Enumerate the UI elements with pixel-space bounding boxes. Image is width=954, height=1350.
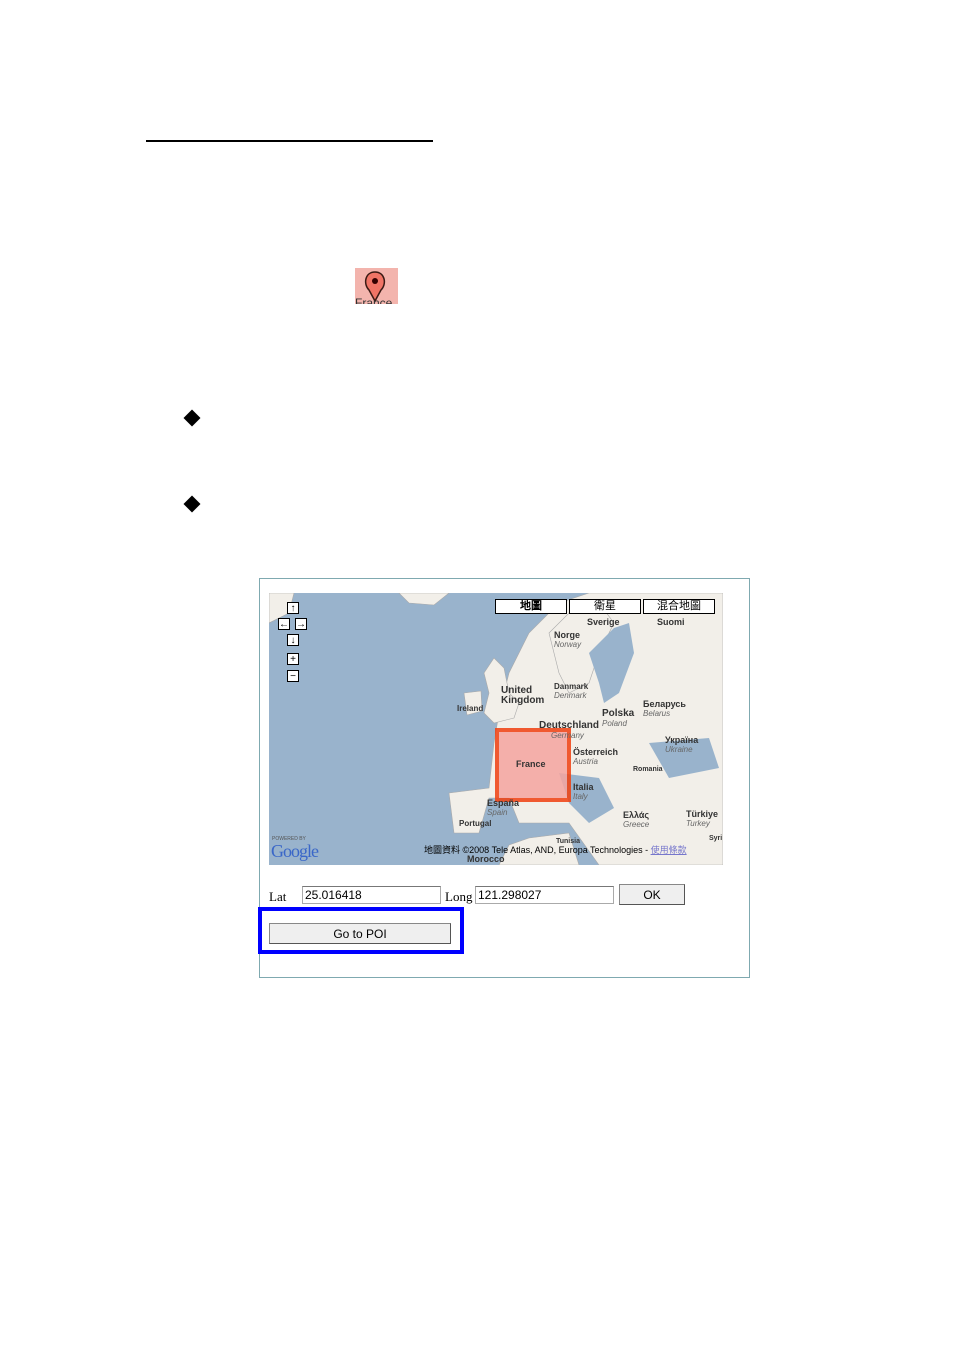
map-label: Italia Italy	[573, 782, 594, 801]
map-pin-icon: France	[355, 268, 398, 304]
map-label: Türkiye Turkey	[686, 809, 719, 828]
map-label: Україна Ukraine	[665, 735, 699, 754]
map-label: Danmark Denmark	[554, 682, 589, 700]
map-type-hybrid-button[interactable]: 混合地圖	[643, 599, 715, 614]
map-label: Syri	[709, 835, 723, 842]
long-label: Long	[445, 889, 473, 904]
map-type-map-button[interactable]: 地圖	[495, 599, 567, 614]
map-view[interactable]: ↑ ← → ↓ + − 地圖 衛星 混合地圖 Sverige Suomi Nor…	[269, 593, 723, 865]
pin-label: France	[355, 296, 393, 304]
terms-link[interactable]: 使用條款	[651, 845, 687, 855]
zoom-out-button[interactable]: −	[287, 670, 299, 682]
map-land	[269, 593, 723, 865]
map-copyright: 地圖資料 ©2008 Tele Atlas, AND, Europa Techn…	[424, 845, 687, 855]
bullet-diamond-icon	[183, 409, 201, 427]
map-label: Ελλάς Greece	[623, 810, 650, 829]
map-label: Sverige	[587, 617, 620, 627]
long-input[interactable]	[475, 886, 614, 904]
pan-up-button[interactable]: ↑	[287, 602, 299, 614]
bullet-diamond-icon	[183, 495, 201, 513]
map-label: Deutschland Germany	[539, 720, 600, 740]
ok-button[interactable]: OK	[619, 884, 685, 905]
map-type-satellite-button[interactable]: 衛星	[569, 599, 641, 614]
map-label: Morocco	[467, 854, 505, 864]
pan-down-button[interactable]: ↓	[287, 634, 299, 646]
map-label: Norge Norway	[554, 630, 582, 649]
go-to-poi-button[interactable]: Go to POI	[269, 923, 451, 944]
map-label: United Kingdom	[501, 685, 545, 706]
map-label: Österreich Austria	[573, 747, 619, 766]
map-label: Suomi	[657, 617, 685, 627]
map-label: Ireland	[457, 704, 484, 713]
pan-left-button[interactable]: ←	[278, 618, 290, 630]
title-underline	[146, 140, 433, 142]
pan-right-button[interactable]: →	[295, 618, 307, 630]
map-label: Portugal	[459, 819, 492, 828]
google-logo[interactable]: Google	[271, 841, 319, 862]
map-label: France	[516, 759, 546, 769]
map-label: Polska Poland	[602, 708, 635, 728]
lat-input[interactable]	[302, 886, 441, 904]
map-label: Romania	[633, 766, 663, 773]
lat-label: Lat	[269, 889, 287, 904]
map-label: Беларусь Belarus	[643, 699, 686, 718]
zoom-in-button[interactable]: +	[287, 653, 299, 665]
map-label: España Spain	[487, 798, 520, 817]
